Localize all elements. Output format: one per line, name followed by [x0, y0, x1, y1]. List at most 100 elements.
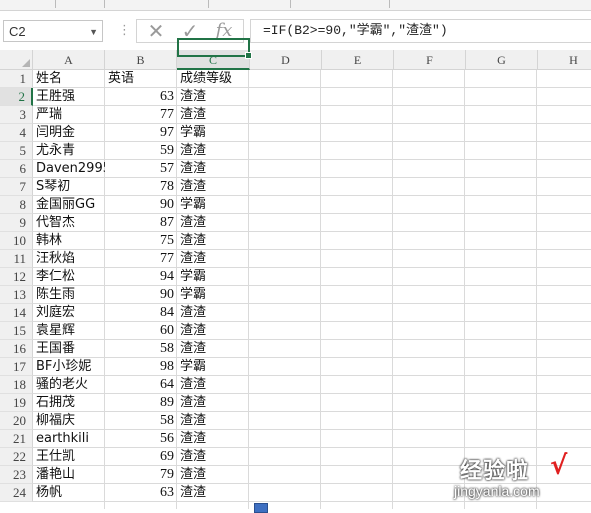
row-header[interactable]: 10 — [0, 232, 33, 250]
cell-c[interactable]: 渣渣 — [177, 430, 250, 448]
name-box[interactable]: C2 ▼ — [3, 20, 103, 42]
column-header-h[interactable]: H — [538, 50, 591, 70]
cell-a[interactable]: 李仁松 — [33, 268, 105, 286]
paste-options-icon[interactable] — [254, 503, 268, 513]
cell-a[interactable]: 潘艳山 — [33, 466, 105, 484]
row-header[interactable]: 6 — [0, 160, 33, 178]
column-header-c[interactable]: C — [177, 50, 250, 70]
column-header-g[interactable]: G — [466, 50, 538, 70]
cell-b[interactable]: 97 — [105, 124, 177, 142]
column-header-f[interactable]: F — [394, 50, 466, 70]
row-header[interactable]: 22 — [0, 448, 33, 466]
cell-b[interactable]: 90 — [105, 286, 177, 304]
cell-c[interactable]: 渣渣 — [177, 484, 250, 502]
cell-c[interactable]: 渣渣 — [177, 214, 250, 232]
row-header[interactable]: 11 — [0, 250, 33, 268]
row-header[interactable]: 15 — [0, 322, 33, 340]
cell-b[interactable]: 69 — [105, 448, 177, 466]
row-header[interactable]: 23 — [0, 466, 33, 484]
column-header-d[interactable]: D — [250, 50, 322, 70]
cell-a[interactable]: 姓名 — [33, 70, 105, 88]
cell-b[interactable]: 58 — [105, 412, 177, 430]
cell-a[interactable]: 刘庭宏 — [33, 304, 105, 322]
cell-b[interactable]: 56 — [105, 430, 177, 448]
cell-c[interactable]: 学霸 — [177, 196, 250, 214]
cell-area[interactable]: 姓名 英语 成绩等级 王胜强 63 渣渣 严瑞 77 渣渣 闫明金 97 学霸 尤永青 59 渣渣 Daven… — [33, 70, 591, 509]
cell-b[interactable]: 84 — [105, 304, 177, 322]
cell-a[interactable]: 陈生雨 — [33, 286, 105, 304]
cell-c[interactable]: 成绩等级 — [177, 70, 250, 88]
row-header[interactable]: 16 — [0, 340, 33, 358]
cell-a[interactable]: S琴初 — [33, 178, 105, 196]
row-header[interactable]: 18 — [0, 376, 33, 394]
cell-a[interactable]: 代智杰 — [33, 214, 105, 232]
cell-a[interactable]: 金国丽GG — [33, 196, 105, 214]
cell-a[interactable]: 韩林 — [33, 232, 105, 250]
chevron-down-icon[interactable]: ▼ — [89, 21, 98, 43]
row-header[interactable]: 7 — [0, 178, 33, 196]
cell-b[interactable]: 90 — [105, 196, 177, 214]
row-header[interactable]: 5 — [0, 142, 33, 160]
row-header[interactable]: 8 — [0, 196, 33, 214]
cell-a[interactable]: 闫明金 — [33, 124, 105, 142]
cell-b[interactable]: 63 — [105, 484, 177, 502]
column-header-a[interactable]: A — [33, 50, 105, 70]
cell-a[interactable]: 杨帆 — [33, 484, 105, 502]
cell-b[interactable]: 75 — [105, 232, 177, 250]
cell-a[interactable]: 骚的老火 — [33, 376, 105, 394]
cell-b[interactable]: 60 — [105, 322, 177, 340]
cell-a[interactable]: 石拥茂 — [33, 394, 105, 412]
select-all-button[interactable] — [0, 50, 33, 70]
formula-input[interactable]: =IF(B2>=90,"学霸","渣渣") — [250, 19, 591, 43]
cell-b[interactable]: 89 — [105, 394, 177, 412]
cell-a[interactable]: 袁星辉 — [33, 322, 105, 340]
cell-b[interactable]: 94 — [105, 268, 177, 286]
cell-c[interactable]: 渣渣 — [177, 394, 250, 412]
enter-icon[interactable]: ✓ — [173, 20, 207, 42]
cell-c[interactable]: 渣渣 — [177, 322, 250, 340]
cell-c[interactable]: 学霸 — [177, 286, 250, 304]
cell-c[interactable]: 渣渣 — [177, 304, 250, 322]
cell-c[interactable]: 渣渣 — [177, 178, 250, 196]
cell-c[interactable]: 渣渣 — [177, 232, 250, 250]
cell-a[interactable]: 王仕凯 — [33, 448, 105, 466]
row-header[interactable]: 21 — [0, 430, 33, 448]
cell-b[interactable]: 64 — [105, 376, 177, 394]
cell-b[interactable]: 87 — [105, 214, 177, 232]
row-header[interactable]: 13 — [0, 286, 33, 304]
cell-a[interactable]: earthkili — [33, 430, 105, 448]
cell-b[interactable]: 58 — [105, 340, 177, 358]
row-header[interactable]: 4 — [0, 124, 33, 142]
cell-a[interactable]: BF小珍妮 — [33, 358, 105, 376]
row-header[interactable]: 20 — [0, 412, 33, 430]
cell-b[interactable]: 77 — [105, 250, 177, 268]
cell-c[interactable]: 学霸 — [177, 358, 250, 376]
cell-c[interactable]: 渣渣 — [177, 250, 250, 268]
cell-c[interactable]: 渣渣 — [177, 466, 250, 484]
cell-a[interactable]: 王胜强 — [33, 88, 105, 106]
row-header[interactable]: 1 — [0, 70, 33, 88]
row-header[interactable]: 19 — [0, 394, 33, 412]
column-header-e[interactable]: E — [322, 50, 394, 70]
cell-b[interactable]: 78 — [105, 178, 177, 196]
cell-c[interactable]: 渣渣 — [177, 142, 250, 160]
column-header-b[interactable]: B — [105, 50, 177, 70]
row-header[interactable]: 2 — [0, 88, 33, 106]
cancel-icon[interactable]: ✕ — [139, 20, 173, 42]
row-header[interactable]: 14 — [0, 304, 33, 322]
cell-a[interactable]: 王国番 — [33, 340, 105, 358]
row-header[interactable]: 24 — [0, 484, 33, 502]
cell-b[interactable]: 63 — [105, 88, 177, 106]
row-header[interactable]: 12 — [0, 268, 33, 286]
cell-c[interactable]: 渣渣 — [177, 106, 250, 124]
cell-a[interactable]: Daven2995 — [33, 160, 105, 178]
cell-c[interactable]: 渣渣 — [177, 88, 250, 106]
cell-a[interactable]: 柳福庆 — [33, 412, 105, 430]
row-header[interactable]: 17 — [0, 358, 33, 376]
row-header[interactable]: 9 — [0, 214, 33, 232]
cell-c[interactable]: 学霸 — [177, 268, 250, 286]
cell-b[interactable]: 英语 — [105, 70, 177, 88]
cell-c[interactable]: 渣渣 — [177, 448, 250, 466]
cell-c[interactable]: 渣渣 — [177, 376, 250, 394]
row-header[interactable]: 3 — [0, 106, 33, 124]
